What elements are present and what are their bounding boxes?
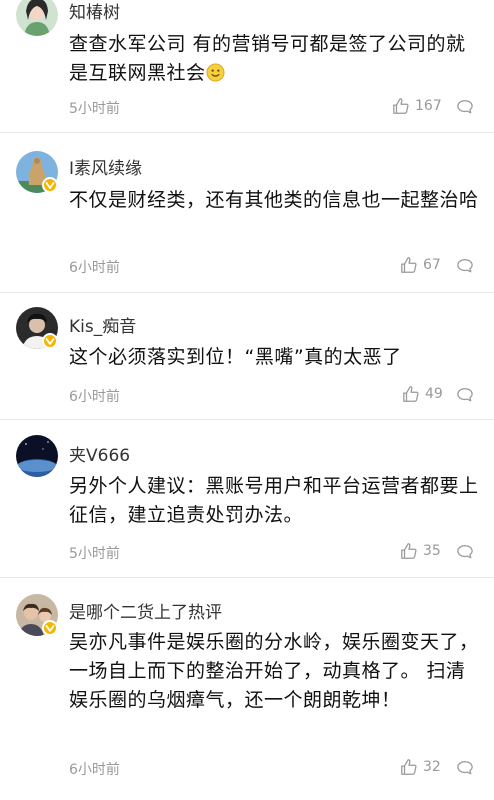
comment-content: 吴亦凡事件是娱乐圈的分水岭，娱乐圈变天了，一场自上而下的整治开始了，动真格了。 …: [69, 631, 479, 711]
like-count: 67: [423, 257, 441, 273]
comment-item: 知椿树 查查水军公司 有的营销号可都是签了公司的就是互联网黑社会 5小时前 16…: [0, 0, 494, 130]
comment-content: 查查水军公司 有的营销号可都是签了公司的就是互联网黑社会: [69, 30, 479, 88]
comment-text: 查查水军公司 有的营销号可都是签了公司的就是互联网黑社会: [69, 33, 466, 84]
comment-item: 夹V666 另外个人建议：黑账号用户和平台运营者都要上征信，建立追责处罚办法。 …: [0, 420, 494, 576]
comment-username[interactable]: I素风续缘: [69, 154, 142, 179]
smile-emoji-icon: [205, 62, 225, 82]
verified-badge-icon: [42, 177, 58, 193]
comment-time: 6小时前: [69, 260, 120, 276]
thumbs-up-icon: [402, 385, 420, 403]
like-count: 167: [415, 98, 442, 114]
comment-time: 5小时前: [69, 546, 120, 562]
comment-time: 5小时前: [69, 101, 120, 117]
like-count: 49: [425, 386, 443, 402]
thumbs-up-icon: [392, 97, 410, 115]
comment-item: I素风续缘 不仅是财经类，还有其他类的信息也一起整治哈 6小时前 67: [0, 133, 494, 291]
comment-bubble-icon[interactable]: [456, 760, 474, 776]
comment-username[interactable]: 夹V666: [69, 441, 130, 466]
verified-badge-icon: [42, 333, 58, 349]
like-button[interactable]: 35: [400, 542, 441, 560]
comment-username[interactable]: 是哪个二货上了热评: [69, 598, 222, 623]
avatar[interactable]: [16, 435, 58, 477]
avatar-image: [16, 0, 58, 36]
comment-content: 另外个人建议：黑账号用户和平台运营者都要上征信，建立追责处罚办法。: [69, 475, 479, 526]
comment-item: Kis_痴音 这个必须落实到位！“黑嘴”真的太恶了 6小时前 49: [0, 293, 494, 418]
comment-username[interactable]: 知椿树: [69, 0, 120, 23]
comment-bubble-icon[interactable]: [456, 99, 474, 115]
comment-content: 这个必须落实到位！“黑嘴”真的太恶了: [69, 346, 402, 368]
thumbs-up-icon: [400, 542, 418, 560]
avatar-image: [16, 435, 58, 477]
like-button[interactable]: 67: [400, 256, 441, 274]
comment-bubble-icon[interactable]: [456, 258, 474, 274]
comment-bubble-icon[interactable]: [456, 387, 474, 403]
like-button[interactable]: 49: [402, 385, 443, 403]
thumbs-up-icon: [400, 758, 418, 776]
comment-bubble-icon[interactable]: [456, 544, 474, 560]
verified-badge-icon: [42, 620, 58, 636]
thumbs-up-icon: [400, 256, 418, 274]
like-count: 35: [423, 543, 441, 559]
comment-time: 6小时前: [69, 389, 120, 405]
comment-username[interactable]: Kis_痴音: [69, 312, 136, 337]
like-button[interactable]: 32: [400, 758, 441, 776]
comment-item: 是哪个二货上了热评 吴亦凡事件是娱乐圈的分水岭，娱乐圈变天了，一场自上而下的整治…: [0, 578, 494, 800]
like-button[interactable]: 167: [392, 97, 442, 115]
like-count: 32: [423, 759, 441, 775]
comment-content: 不仅是财经类，还有其他类的信息也一起整治哈: [69, 189, 479, 211]
avatar[interactable]: [16, 0, 58, 36]
comment-time: 6小时前: [69, 762, 120, 778]
